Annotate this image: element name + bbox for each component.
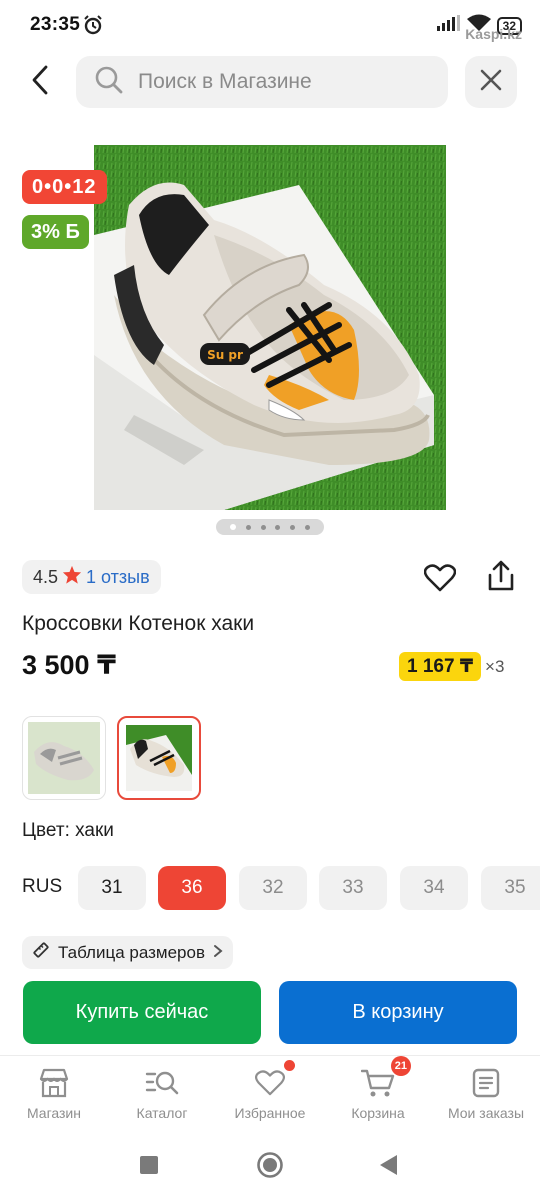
buy-now-button[interactable]: Купить сейчас bbox=[23, 981, 261, 1044]
status-time: 23:35 bbox=[30, 14, 81, 35]
pagination-dot-active[interactable] bbox=[229, 524, 236, 530]
search-icon bbox=[94, 65, 124, 100]
heart-icon bbox=[423, 563, 457, 597]
favorite-button[interactable] bbox=[420, 560, 460, 600]
gallery-pagination bbox=[216, 519, 324, 535]
size-chart-label: Таблица размеров bbox=[58, 942, 205, 962]
search-placeholder: Поиск в Магазине bbox=[138, 70, 312, 93]
size-option[interactable]: 34 bbox=[400, 866, 468, 910]
nav-favorites[interactable]: Избранное bbox=[216, 1060, 324, 1121]
nav-label: Избранное bbox=[234, 1105, 306, 1121]
variant-thumbnail-selected[interactable] bbox=[117, 716, 201, 800]
share-button[interactable] bbox=[481, 558, 521, 598]
search-input[interactable]: Поиск в Магазине bbox=[76, 56, 448, 108]
chevron-right-icon bbox=[213, 943, 223, 963]
size-option[interactable]: 32 bbox=[239, 866, 307, 910]
system-navigation bbox=[0, 1132, 540, 1200]
pagination-dot[interactable] bbox=[245, 524, 251, 530]
size-option-selected[interactable]: 36 bbox=[158, 866, 226, 910]
size-option[interactable]: 33 bbox=[319, 866, 387, 910]
product-title: Кроссовки Котенок хаки bbox=[22, 612, 255, 635]
size-system-label: RUS bbox=[22, 876, 63, 897]
reviews-link[interactable]: 1 отзыв bbox=[86, 567, 150, 588]
installment-amount: 1 167 ₸ bbox=[399, 652, 482, 681]
share-icon bbox=[486, 560, 516, 597]
top-bar: Поиск в Магазине bbox=[0, 54, 540, 110]
size-option[interactable]: 35 bbox=[481, 866, 540, 910]
pagination-dot[interactable] bbox=[275, 524, 281, 530]
notification-dot bbox=[284, 1060, 295, 1071]
home-button[interactable] bbox=[256, 1151, 284, 1184]
ruler-icon bbox=[32, 941, 50, 964]
rating-chip[interactable]: 4.5 1 отзыв bbox=[22, 560, 161, 594]
product-price: 3 500 ₸ bbox=[22, 650, 116, 680]
cart-count-badge: 21 bbox=[390, 1056, 411, 1076]
pagination-dot[interactable] bbox=[305, 524, 311, 530]
size-option[interactable]: 31 bbox=[78, 866, 146, 910]
size-selector: RUS 31 36 32 33 34 35 bbox=[22, 866, 540, 910]
close-icon bbox=[480, 69, 502, 96]
nav-orders[interactable]: Мои заказы bbox=[432, 1066, 540, 1121]
signal-icon bbox=[436, 15, 461, 36]
installment-multiplier: ×3 bbox=[485, 656, 505, 676]
watermark: Kaspi.kz bbox=[465, 26, 522, 42]
catalog-search-icon bbox=[145, 1066, 179, 1100]
alarm-icon bbox=[83, 15, 103, 40]
bottom-navigation: Магазин Каталог Избранное 21 Корзина Мои… bbox=[0, 1055, 540, 1131]
heart-icon bbox=[253, 1060, 295, 1100]
sole-print: Su pr bbox=[207, 348, 243, 362]
nav-label: Корзина bbox=[351, 1105, 405, 1121]
nav-label: Магазин bbox=[26, 1105, 81, 1121]
cart-icon: 21 bbox=[361, 1056, 411, 1100]
installment-offer[interactable]: 1 167 ₸ ×3 bbox=[399, 652, 504, 681]
nav-shop[interactable]: Магазин bbox=[0, 1066, 108, 1121]
pagination-dot[interactable] bbox=[260, 524, 266, 530]
back-button[interactable] bbox=[22, 64, 58, 100]
recents-button[interactable] bbox=[139, 1155, 159, 1180]
star-icon bbox=[62, 565, 82, 589]
shop-icon bbox=[37, 1066, 71, 1100]
timer-badge: 0•0•12 bbox=[22, 170, 107, 204]
variant-thumbnail[interactable] bbox=[22, 716, 106, 800]
back-nav-button[interactable] bbox=[378, 1153, 398, 1182]
size-chart-link[interactable]: Таблица размеров bbox=[22, 936, 233, 969]
nav-cart[interactable]: 21 Корзина bbox=[324, 1056, 432, 1121]
bonus-badge: 3% Б bbox=[22, 215, 89, 249]
orders-icon bbox=[469, 1066, 503, 1100]
rating-value: 4.5 bbox=[33, 566, 59, 587]
nav-label: Мои заказы bbox=[447, 1105, 525, 1121]
add-to-cart-button[interactable]: В корзину bbox=[279, 981, 517, 1044]
nav-catalog[interactable]: Каталог bbox=[108, 1066, 216, 1121]
nav-label: Каталог bbox=[136, 1105, 188, 1121]
status-bar: 23:35 32 Kaspi.kz bbox=[0, 0, 540, 52]
chevron-left-icon bbox=[31, 65, 49, 100]
close-button[interactable] bbox=[465, 56, 517, 108]
pagination-dot[interactable] bbox=[290, 524, 296, 530]
color-label: Цвет: хаки bbox=[22, 820, 114, 841]
product-image[interactable]: Su pr bbox=[94, 145, 446, 510]
